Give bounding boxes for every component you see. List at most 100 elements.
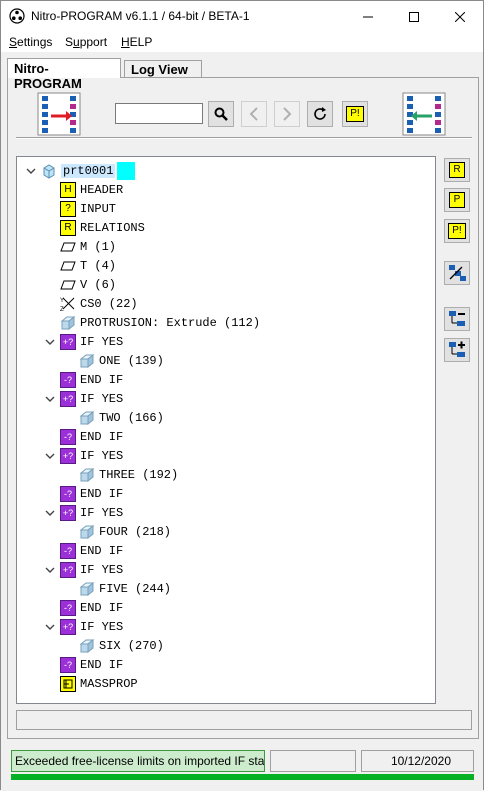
tree-row[interactable]: MASSPROP	[60, 674, 138, 693]
run-program-icon: P!	[346, 106, 364, 122]
tree-row[interactable]: ? INPUT	[60, 199, 116, 218]
tree-row[interactable]: -? END IF	[60, 484, 123, 503]
menu-support-first: S	[65, 35, 74, 49]
refresh-icon	[314, 107, 326, 120]
tree-row[interactable]: M (1)	[60, 237, 116, 256]
tree-row-label: END IF	[80, 372, 124, 387]
tree-row[interactable]: -? END IF	[60, 370, 123, 389]
tree-row-label: IF YES	[80, 619, 124, 634]
tree-row[interactable]: Y Z CS0 (22)	[60, 294, 138, 313]
tree-row[interactable]: +? IF YES	[60, 503, 123, 522]
tree-row-label: HEADER	[80, 182, 124, 197]
if-icon: +?	[60, 618, 76, 635]
tree-row-label: IF YES	[80, 448, 124, 463]
chevron-left-icon	[249, 107, 258, 121]
expand-chevron-icon[interactable]	[44, 450, 56, 462]
expand-chevron-icon[interactable]	[44, 393, 56, 405]
if-icon: +?	[60, 333, 76, 350]
relations-button[interactable]: R	[444, 158, 470, 182]
part-icon	[41, 163, 57, 179]
endif-icon: -?	[60, 656, 76, 673]
tree-row[interactable]: +? IF YES	[60, 332, 123, 351]
tree-row-label: MASSPROP	[80, 676, 138, 691]
menu-settings-accel: S	[9, 35, 18, 49]
program-run-icon: P!	[448, 223, 466, 239]
app-logo-icon	[9, 8, 25, 24]
minimize-button[interactable]	[345, 1, 391, 32]
tree-row-label: IF YES	[80, 334, 124, 349]
window-title: Nitro-PROGRAM v6.1.1 / 64-bit / BETA-1	[31, 9, 250, 23]
tree-row[interactable]: -? END IF	[60, 541, 123, 560]
previous-button[interactable]	[241, 101, 267, 127]
close-button[interactable]	[437, 1, 483, 32]
model-tree[interactable]: prt0001 H HEADER? INPUT R RELATIONS M (1) T (4)…	[16, 156, 436, 704]
program-run-button[interactable]: P!	[444, 219, 470, 243]
status-bar: Exceeded free-license limits on imported…	[1, 745, 483, 791]
extrude-icon	[79, 638, 95, 654]
export-from-model-icon[interactable]	[402, 92, 446, 136]
tree-row[interactable]: -? END IF	[60, 427, 123, 446]
import-to-model-icon[interactable]	[37, 92, 81, 136]
tree-row[interactable]: SIX (270)	[79, 636, 164, 655]
extrude-icon	[79, 581, 95, 597]
tree-row[interactable]: -? END IF	[60, 598, 123, 617]
next-button[interactable]	[274, 101, 300, 127]
tree-row[interactable]: V (6)	[60, 275, 116, 294]
tree-row[interactable]: ONE (139)	[79, 351, 164, 370]
tree-sync-icon	[449, 265, 466, 281]
svg-text:Y: Y	[60, 298, 64, 304]
expand-chevron-icon[interactable]	[44, 507, 56, 519]
tree-row-label: END IF	[80, 657, 124, 672]
expand-chevron-icon[interactable]	[25, 165, 37, 177]
tree-row-label: prt0001	[61, 163, 116, 178]
tree-row-label: IF YES	[80, 562, 124, 577]
collapse-tree-icon	[449, 311, 465, 326]
tree-row-label: V (6)	[80, 277, 117, 292]
tab-nitro-program-label: Nitro-PROGRAM	[14, 61, 82, 91]
tree-row[interactable]: FIVE (244)	[79, 579, 171, 598]
expand-chevron-icon[interactable]	[44, 336, 56, 348]
search-input[interactable]	[115, 103, 203, 124]
tree-row[interactable]: T (4)	[60, 256, 116, 275]
run-program-button[interactable]: P!	[342, 101, 368, 127]
menu-bar: Settings Support HELP	[1, 32, 483, 52]
menu-support-rest: pport	[79, 35, 108, 49]
tree-row[interactable]: +? IF YES	[60, 617, 123, 636]
tree-row[interactable]: TWO (166)	[79, 408, 164, 427]
endif-icon: -?	[60, 485, 76, 502]
tree-row[interactable]: -? END IF	[60, 655, 123, 674]
extrude-icon	[79, 353, 95, 369]
tree-row[interactable]: THREE (192)	[79, 465, 178, 484]
tree-sync-button[interactable]	[444, 261, 470, 285]
expand-chevron-icon[interactable]	[44, 564, 56, 576]
coordinate-system-icon: YZ	[60, 296, 76, 312]
tree-row[interactable]: FOUR (218)	[79, 522, 171, 541]
tree-row[interactable]: H HEADER	[60, 180, 123, 199]
menu-help-accel: H	[121, 35, 130, 49]
close-icon	[455, 11, 465, 22]
menu-settings[interactable]: Settings	[9, 35, 52, 49]
search-button[interactable]	[208, 101, 234, 127]
tree-row[interactable]: PROTRUSION: Extrude (112)	[60, 313, 260, 332]
tree-row-label: THREE (192)	[99, 467, 179, 482]
refresh-button[interactable]	[307, 101, 333, 127]
tree-row[interactable]: +? IF YES	[60, 389, 123, 408]
main-panel: P! prt0001 H HEADER? INPUT R RELATIONS M (1) T …	[7, 77, 479, 739]
tree-row[interactable]: prt0001	[41, 161, 136, 180]
tree-row[interactable]: +? IF YES	[60, 560, 123, 579]
tab-log-view[interactable]: Log View	[124, 60, 202, 78]
collapse-tree-button[interactable]	[444, 307, 470, 331]
tree-row-label: ONE (139)	[99, 353, 164, 368]
tree-row[interactable]: R RELATIONS	[60, 218, 145, 237]
tab-nitro-program[interactable]: Nitro-PROGRAM	[7, 58, 121, 91]
chevron-right-icon	[283, 107, 292, 121]
program-button[interactable]: P	[444, 188, 470, 212]
expand-tree-button[interactable]	[444, 338, 470, 362]
menu-help[interactable]: HELP	[121, 35, 152, 49]
endif-icon: -?	[60, 428, 76, 445]
maximize-button[interactable]	[391, 1, 437, 32]
menu-support[interactable]: Support	[65, 35, 107, 49]
tree-row-label: TWO (166)	[99, 410, 164, 425]
tree-row[interactable]: +? IF YES	[60, 446, 123, 465]
expand-chevron-icon[interactable]	[44, 621, 56, 633]
